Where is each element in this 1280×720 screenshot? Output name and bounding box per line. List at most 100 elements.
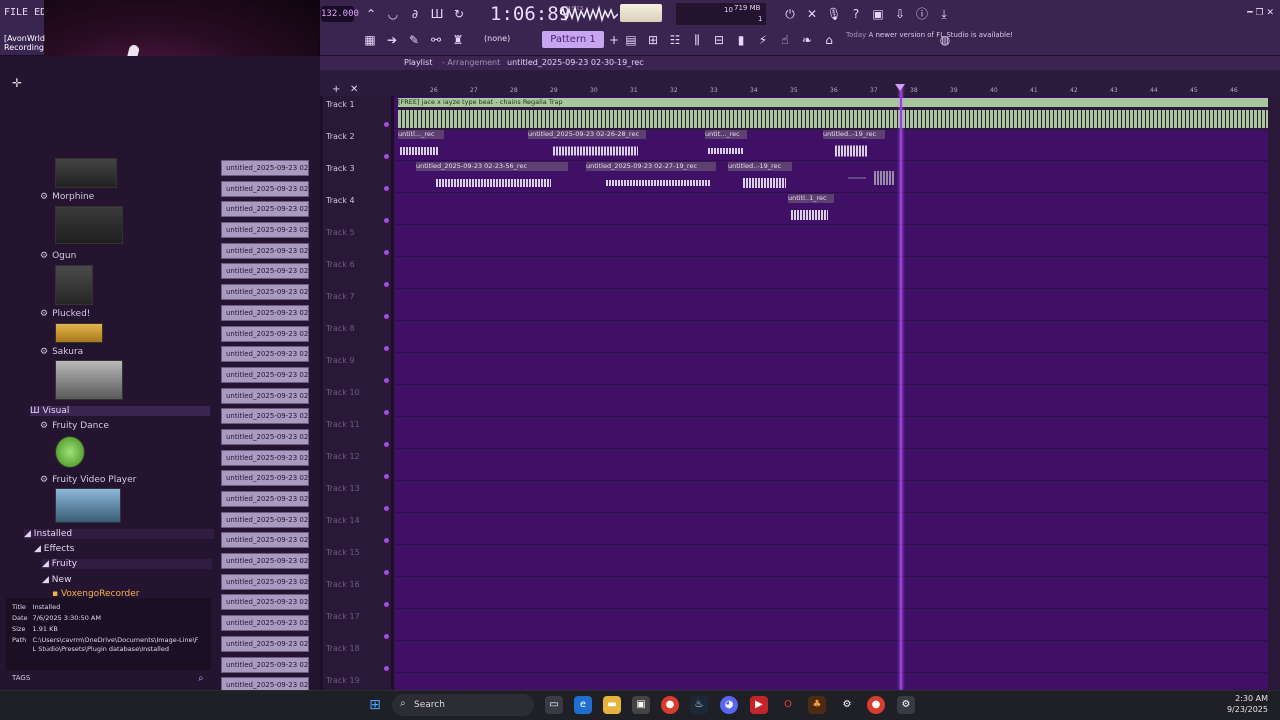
search-icon[interactable]: ⌕: [198, 673, 210, 685]
audio-clip[interactable]: untitled_2025-09-23 02-23-56_rec: [416, 162, 568, 194]
track-mute-icon[interactable]: [384, 474, 389, 479]
clip-list-item[interactable]: untitled_2025-09-23 02-...: [221, 449, 309, 466]
clip-list-item[interactable]: untitled_2025-09-23 02-...: [221, 387, 309, 404]
track-mute-icon[interactable]: [384, 250, 389, 255]
clip-list-item[interactable]: untitled_2025-09-23 02-...: [221, 470, 309, 487]
countdown-icon[interactable]: ∂: [406, 5, 424, 23]
clip-list-item[interactable]: untitled_2025-09-23 02-...: [221, 304, 309, 321]
arrow-icon[interactable]: ➔: [383, 31, 401, 49]
loop-record-icon[interactable]: ↻: [450, 5, 468, 23]
plugin-item[interactable]: ⚙ Morphine: [40, 192, 94, 202]
plugin-item[interactable]: ⚙ Plucked!: [40, 309, 90, 319]
browser-icon[interactable]: ⊟: [710, 31, 728, 49]
track-mute-icon[interactable]: [384, 378, 389, 383]
save-icon[interactable]: ▣: [869, 5, 887, 23]
task-view-icon[interactable]: ▭: [545, 696, 563, 714]
clip-list-item[interactable]: untitled_2025-09-23 02-...: [221, 408, 309, 425]
plugin-item[interactable]: ⚙ Sakura: [40, 347, 83, 357]
clip-list-item[interactable]: untitled_2025-09-23 02-...: [221, 656, 309, 673]
channel-rack-icon[interactable]: ⊞: [644, 31, 662, 49]
track-mute-icon[interactable]: [384, 314, 389, 319]
steam-icon[interactable]: ♨: [690, 696, 708, 714]
track-header[interactable]: Track 15: [326, 548, 391, 580]
track-mute-icon[interactable]: [384, 186, 389, 191]
clip-list-item[interactable]: untitled_2025-09-23 02-...: [221, 428, 309, 445]
track-header[interactable]: Track 14: [326, 516, 391, 548]
step-edit-icon[interactable]: Ш: [428, 5, 446, 23]
track-header[interactable]: Track 9: [326, 356, 391, 388]
tree-fruity[interactable]: ◢ Fruity: [42, 559, 212, 569]
track-mute-icon[interactable]: [384, 570, 389, 575]
help-icon[interactable]: ?: [847, 5, 865, 23]
track-header[interactable]: Track 10: [326, 388, 391, 420]
download-icon[interactable]: ⤓: [935, 5, 953, 23]
song-position[interactable]: 1:06:89: [490, 2, 570, 25]
track-header[interactable]: Track 12: [326, 452, 391, 484]
metronome-icon[interactable]: ⌃: [362, 5, 380, 23]
clip-list-item[interactable]: untitled_2025-09-23 02-...: [221, 615, 309, 632]
tempo-display[interactable]: 132.000: [321, 6, 359, 22]
timeline-ruler[interactable]: 26 27 28 29 30 31 32 33 34 35 36 37 38 39 40 41 42 43 44 45…: [398, 86, 1280, 96]
pattern-selector[interactable]: Pattern 1: [542, 31, 604, 48]
wait-record-icon[interactable]: ◡: [384, 5, 402, 23]
tree-installed[interactable]: ◢ Installed: [24, 529, 214, 539]
settings-icon[interactable]: ⚙: [897, 696, 915, 714]
playhead[interactable]: [900, 86, 902, 690]
vertical-scrollbar[interactable]: [1268, 96, 1280, 690]
chrome-icon[interactable]: ●: [867, 696, 885, 714]
track-header[interactable]: Track 5: [326, 228, 391, 260]
piano-icon[interactable]: ▦: [361, 31, 379, 49]
taskbar-search[interactable]: Search: [392, 694, 534, 716]
news-panel[interactable]: Today A newer version of FL Studio is av…: [846, 30, 1013, 40]
clip-list-item[interactable]: untitled_2025-09-23 02-...: [221, 677, 309, 690]
audio-clip[interactable]: untitl..1_rec: [788, 194, 834, 226]
tree-new[interactable]: ◢ New: [42, 575, 71, 585]
track-header[interactable]: Track 13: [326, 484, 391, 516]
clip-list-item[interactable]: untitled_2025-09-23 02-...: [221, 511, 309, 528]
plugin-item[interactable]: ⚙ Ogun: [40, 251, 76, 261]
audio-clip[interactable]: untitled..-19_rec: [823, 130, 885, 162]
playhead-marker-icon[interactable]: [895, 84, 905, 91]
system-clock[interactable]: 2:30 AM 9/23/2025: [1227, 693, 1268, 715]
stamp-icon[interactable]: ♜: [449, 31, 467, 49]
track-mute-icon[interactable]: [384, 282, 389, 287]
file-explorer-icon[interactable]: ▬: [603, 696, 621, 714]
browser-add-icon[interactable]: ✛: [12, 76, 22, 90]
mixer-icon[interactable]: ⫼: [688, 31, 706, 49]
clip-list-item[interactable]: untitled_2025-09-23 02-...: [221, 201, 309, 218]
track-header[interactable]: Track 4: [326, 196, 391, 228]
clip-list-item[interactable]: untitled_2025-09-23 02-...: [221, 325, 309, 342]
track-mute-icon[interactable]: [384, 346, 389, 351]
instrument-selector[interactable]: (none): [484, 34, 510, 43]
power-icon[interactable]: ⏻: [781, 5, 799, 23]
clip-list-item[interactable]: untitled_2025-09-23 02-...: [221, 222, 309, 239]
track-header[interactable]: Track 1: [326, 100, 391, 132]
audio-clip[interactable]: untitled_2025-09-23 02-27-19_rec: [586, 162, 716, 194]
store-icon[interactable]: ▣: [632, 696, 650, 714]
track-mute-icon[interactable]: [384, 666, 389, 671]
track-header[interactable]: Track 18: [326, 644, 391, 676]
clip-list-item[interactable]: untitled_2025-09-23 02-...: [221, 594, 309, 611]
clip-list-item[interactable]: untitled_2025-09-23 02-...: [221, 242, 309, 259]
clip-list-item[interactable]: untitled_2025-09-23 02-...: [221, 573, 309, 590]
tree-voxengo[interactable]: ▪ VoxengoRecorder: [52, 589, 140, 598]
clip-list-item[interactable]: untitled_2025-09-23 02-...: [221, 180, 309, 197]
tree-visual[interactable]: Ш Visual: [30, 406, 210, 416]
tools-icon[interactable]: ✕: [803, 5, 821, 23]
track-mute-icon[interactable]: [384, 218, 389, 223]
edge-icon[interactable]: e: [574, 696, 592, 714]
track-header[interactable]: Track 3: [326, 164, 391, 196]
microphone-icon[interactable]: 🎙: [825, 5, 843, 23]
audio-clip[interactable]: untitled..-19_rec: [728, 162, 792, 194]
touch-icon[interactable]: ☝: [776, 31, 794, 49]
clip-list-item[interactable]: untitled_2025-09-23 02-...: [221, 284, 309, 301]
track-header[interactable]: Track 6: [326, 260, 391, 292]
media-icon[interactable]: ▶: [750, 696, 768, 714]
bird-icon[interactable]: ❧: [798, 31, 816, 49]
plugin-item[interactable]: ⚙ Fruity Video Player: [40, 475, 136, 485]
audio-clip[interactable]: untit..._rec: [705, 130, 747, 162]
fl-studio-icon[interactable]: ♣: [808, 696, 826, 714]
opera-icon[interactable]: O: [779, 696, 797, 714]
plug-icon[interactable]: ⚡: [754, 31, 772, 49]
track-header[interactable]: Track 11: [326, 420, 391, 452]
